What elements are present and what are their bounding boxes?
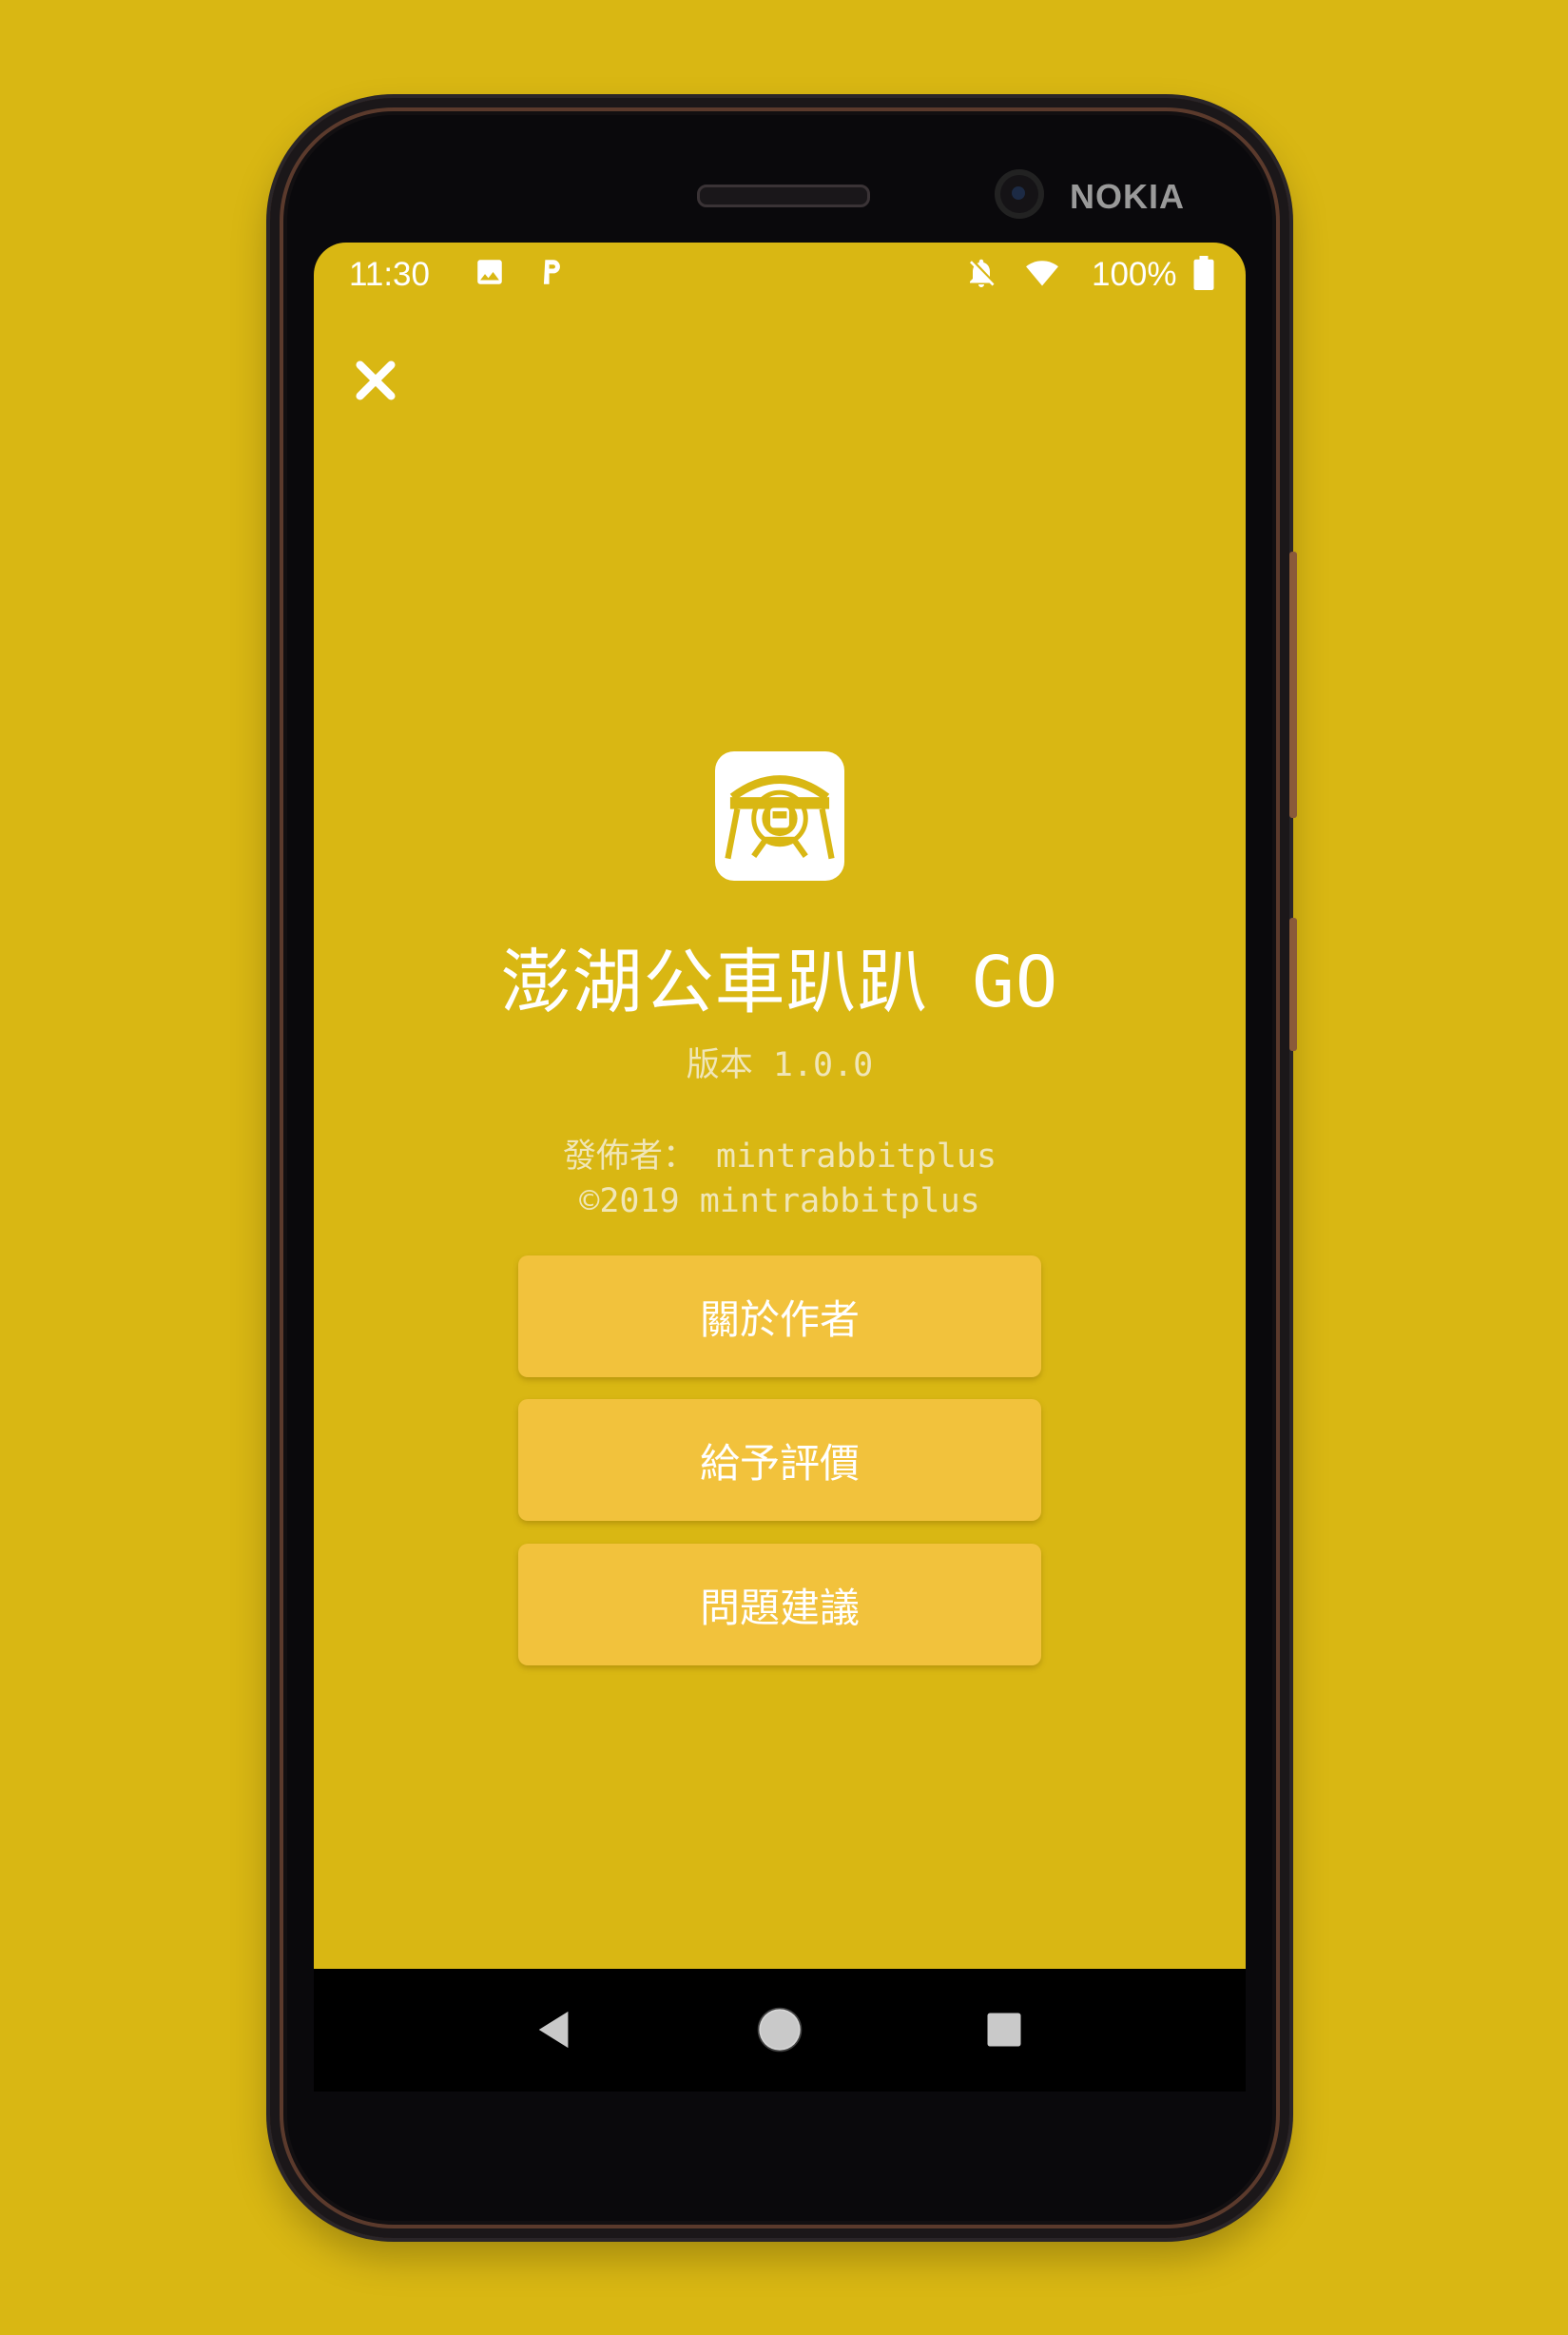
volume-button xyxy=(1289,552,1297,818)
power-button xyxy=(1289,918,1297,1051)
close-icon xyxy=(356,360,396,400)
app-icon xyxy=(715,751,844,881)
back-icon xyxy=(538,2011,569,2049)
home-icon xyxy=(757,2007,803,2053)
battery-icon xyxy=(1193,256,1214,290)
rate-app-button[interactable]: 給予評價 xyxy=(518,1399,1041,1521)
publisher-text: 發佈者： mintrabbitplus xyxy=(562,1138,997,1176)
app-version: 版本 1.0.0 xyxy=(686,1046,874,1084)
parking-app-icon xyxy=(543,260,560,284)
copyright-text: ©2019 mintrabbitplus xyxy=(579,1182,980,1220)
status-time: 11:30 xyxy=(349,256,430,293)
earpiece-speaker xyxy=(697,185,870,207)
device-brand-logo: NOKIA xyxy=(1070,177,1185,216)
status-bar: 11:30 100% xyxy=(314,243,1246,305)
front-camera xyxy=(995,169,1044,219)
about-author-button[interactable]: 關於作者 xyxy=(518,1255,1041,1377)
image-icon xyxy=(477,260,502,284)
bus-app-icon xyxy=(725,775,835,860)
navigation-bar xyxy=(314,1969,1246,2092)
app-name: 澎湖公車趴趴 GO xyxy=(500,942,1059,1023)
wifi-icon xyxy=(1026,261,1058,286)
recents-button[interactable] xyxy=(970,1995,1038,2064)
notifications-off-icon xyxy=(970,259,995,287)
feedback-button[interactable]: 問題建議 xyxy=(518,1544,1041,1665)
battery-percentage: 100% xyxy=(1092,256,1177,293)
recents-icon xyxy=(987,2013,1021,2047)
back-button[interactable] xyxy=(521,1995,590,2064)
close-button[interactable] xyxy=(342,347,409,414)
app-screen: 11:30 100% 澎湖公車趴趴 GO 版本 1.0.0 發佈者： mintr… xyxy=(314,243,1246,2092)
home-button[interactable] xyxy=(745,1995,814,2064)
